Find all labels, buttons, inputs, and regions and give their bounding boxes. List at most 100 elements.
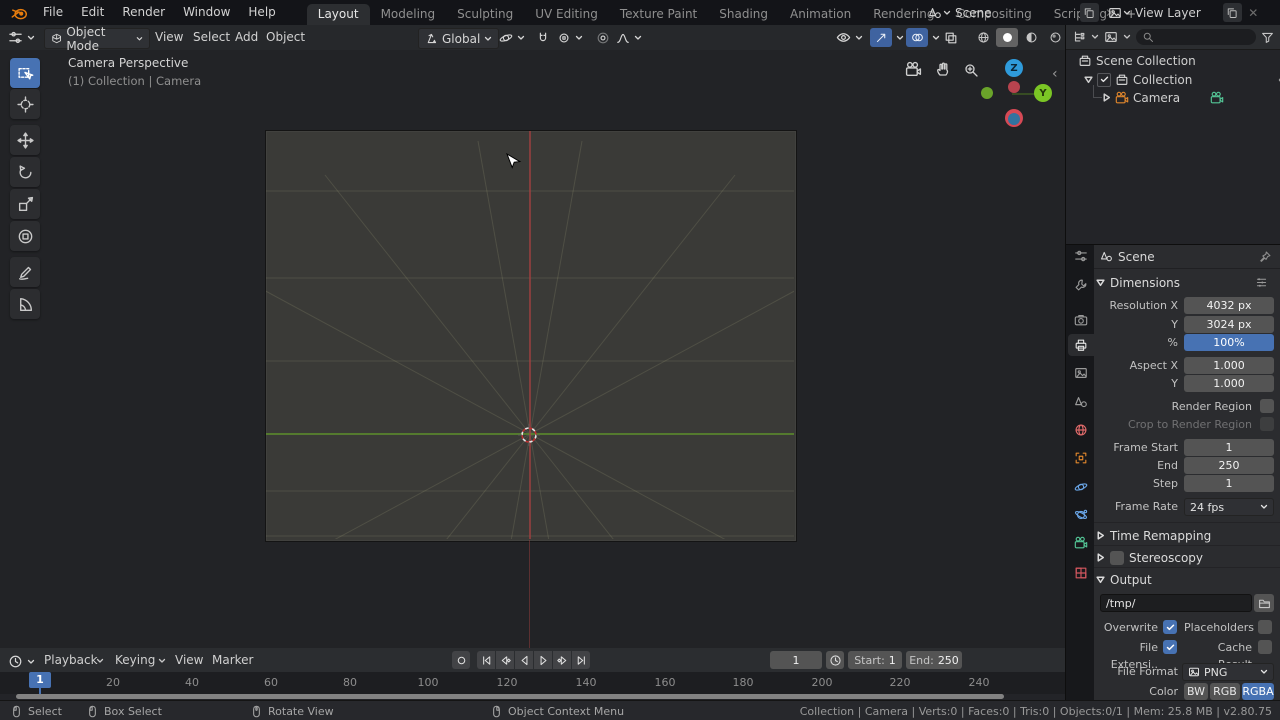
menu-edit[interactable]: Edit	[72, 0, 113, 25]
tab-world[interactable]	[1068, 419, 1094, 441]
tab-object[interactable]	[1068, 447, 1094, 469]
jump-to-end-button[interactable]	[572, 651, 590, 669]
view-layer-name[interactable]: View Layer	[1135, 6, 1201, 20]
remove-view-layer-button[interactable]: ✕	[1244, 3, 1263, 22]
editor-divider[interactable]	[1066, 244, 1280, 245]
zoom-view-button[interactable]	[958, 57, 984, 83]
filter-icon[interactable]	[1261, 31, 1274, 44]
timeline-ruler[interactable]: 20 40 60 80 100 120 140 160 180 200 220 …	[0, 672, 1065, 694]
tool-move[interactable]	[10, 125, 40, 155]
color-rgba-button[interactable]: RGBA	[1242, 683, 1274, 700]
tab-tool[interactable]	[1068, 274, 1094, 296]
section-dimensions[interactable]: Dimensions	[1096, 273, 1278, 292]
section-stereoscopy[interactable]: Stereoscopy	[1096, 548, 1278, 567]
collapse-icon[interactable]	[1084, 75, 1093, 84]
playhead[interactable]: 1	[29, 672, 51, 688]
proportional-editing-toggle[interactable]	[596, 28, 610, 47]
tab-scene[interactable]	[1068, 391, 1094, 413]
viewport-3d[interactable]: Camera Perspective (1) Collection | Came…	[0, 50, 1065, 648]
menu-object[interactable]: Object	[258, 25, 313, 50]
use-preview-range-button[interactable]	[826, 651, 844, 669]
sidebar-toggle[interactable]: ‹	[1052, 66, 1058, 82]
expand-icon[interactable]	[1102, 93, 1111, 102]
gizmo-axis-z[interactable]: Z	[1005, 59, 1023, 77]
resolution-percentage-slider[interactable]: 100%	[1184, 334, 1274, 351]
menu-view[interactable]: View	[175, 648, 203, 672]
tool-transform[interactable]	[10, 221, 40, 251]
tool-annotate[interactable]	[10, 257, 40, 287]
menu-window[interactable]: Window	[174, 0, 239, 25]
tool-scale[interactable]	[10, 189, 40, 219]
display-mode-icon[interactable]	[1104, 30, 1118, 44]
mode-dropdown[interactable]: Object Mode	[44, 28, 150, 49]
resolution-y-field[interactable]: 3024 px	[1184, 316, 1274, 333]
snap-target-dropdown[interactable]	[557, 28, 583, 47]
editor-divider[interactable]	[1065, 25, 1066, 700]
chevron-down-icon[interactable]	[943, 9, 951, 17]
scene-icon[interactable]	[928, 6, 942, 20]
properties-editor-icon[interactable]	[1068, 245, 1094, 267]
shading-solid-button[interactable]	[996, 28, 1018, 47]
shading-wireframe-button[interactable]	[972, 28, 994, 47]
file-format-dropdown[interactable]: PNG	[1182, 663, 1274, 681]
tab-output[interactable]	[1068, 334, 1094, 356]
outliner-row-scene-collection[interactable]: Scene Collection	[1066, 52, 1280, 69]
tool-cursor[interactable]	[10, 89, 40, 119]
menu-playback[interactable]: Playback	[44, 648, 98, 672]
menu-render[interactable]: Render	[113, 0, 174, 25]
record-button[interactable]	[452, 651, 470, 669]
tab-animation[interactable]: Animation	[779, 4, 862, 25]
tab-modeling[interactable]: Modeling	[370, 4, 447, 25]
stereoscopy-checkbox[interactable]	[1110, 551, 1124, 565]
section-output[interactable]: Output	[1096, 570, 1278, 589]
outliner-search-input[interactable]	[1136, 29, 1256, 45]
tab-constraints[interactable]	[1068, 476, 1094, 498]
tool-settings-toggle[interactable]	[8, 28, 35, 47]
section-time-remapping[interactable]: Time Remapping	[1096, 526, 1278, 545]
frame-rate-dropdown[interactable]: 24 fps	[1184, 498, 1274, 516]
tool-measure[interactable]	[10, 289, 40, 319]
color-bw-button[interactable]: BW	[1184, 683, 1208, 700]
transform-orientation-dropdown[interactable]: Global	[418, 28, 499, 49]
outliner-editor-icon[interactable]	[1072, 30, 1086, 44]
scene-name[interactable]: Scene	[955, 6, 992, 20]
new-scene-button[interactable]	[1080, 3, 1099, 22]
gizmo-axis-x-neg[interactable]	[1008, 81, 1020, 93]
visibility-dropdown[interactable]	[836, 28, 863, 47]
tab-render[interactable]	[1068, 309, 1094, 331]
tab-layout[interactable]: Layout	[307, 4, 370, 25]
menu-file[interactable]: File	[34, 0, 72, 25]
previous-keyframe-button[interactable]	[496, 651, 514, 669]
color-rgb-button[interactable]: RGB	[1210, 683, 1240, 700]
timeline-scrollbar[interactable]	[16, 694, 1004, 699]
snap-toggle[interactable]	[536, 28, 550, 47]
cache-result-checkbox[interactable]	[1258, 640, 1272, 654]
browse-folder-button[interactable]	[1254, 594, 1274, 612]
render-region-checkbox[interactable]	[1260, 399, 1274, 413]
pan-view-button[interactable]	[930, 56, 956, 82]
camera-view-button[interactable]	[900, 56, 926, 82]
presets-icon[interactable]	[1255, 276, 1268, 289]
frame-step-field[interactable]: 1	[1184, 475, 1274, 492]
jump-to-start-button[interactable]	[477, 651, 495, 669]
menu-keying[interactable]: Keying	[115, 648, 155, 672]
gizmos-toggle[interactable]	[870, 28, 904, 47]
file-extensions-checkbox[interactable]	[1163, 640, 1177, 654]
frame-end-field[interactable]: 250	[1184, 457, 1274, 474]
output-path-field[interactable]: /tmp/	[1100, 594, 1252, 612]
placeholders-checkbox[interactable]	[1258, 620, 1272, 634]
play-button[interactable]	[534, 651, 552, 669]
shading-material-button[interactable]	[1020, 28, 1042, 47]
tool-box-select[interactable]	[10, 58, 40, 88]
frame-end-field[interactable]: End: 250	[906, 651, 962, 669]
crop-render-region-checkbox[interactable]	[1260, 417, 1274, 431]
resolution-x-field[interactable]: 4032 px	[1184, 297, 1274, 314]
tab-uv-editing[interactable]: UV Editing	[524, 4, 609, 25]
new-view-layer-button[interactable]	[1223, 3, 1242, 22]
timeline-editor-icon[interactable]	[8, 652, 35, 671]
tab-shading[interactable]: Shading	[708, 4, 779, 25]
tab-texture-paint[interactable]: Texture Paint	[609, 4, 708, 25]
gizmo-axis-y-neg[interactable]	[981, 87, 993, 99]
chevron-down-icon[interactable]	[1123, 9, 1131, 17]
pivot-point-dropdown[interactable]	[499, 28, 525, 47]
